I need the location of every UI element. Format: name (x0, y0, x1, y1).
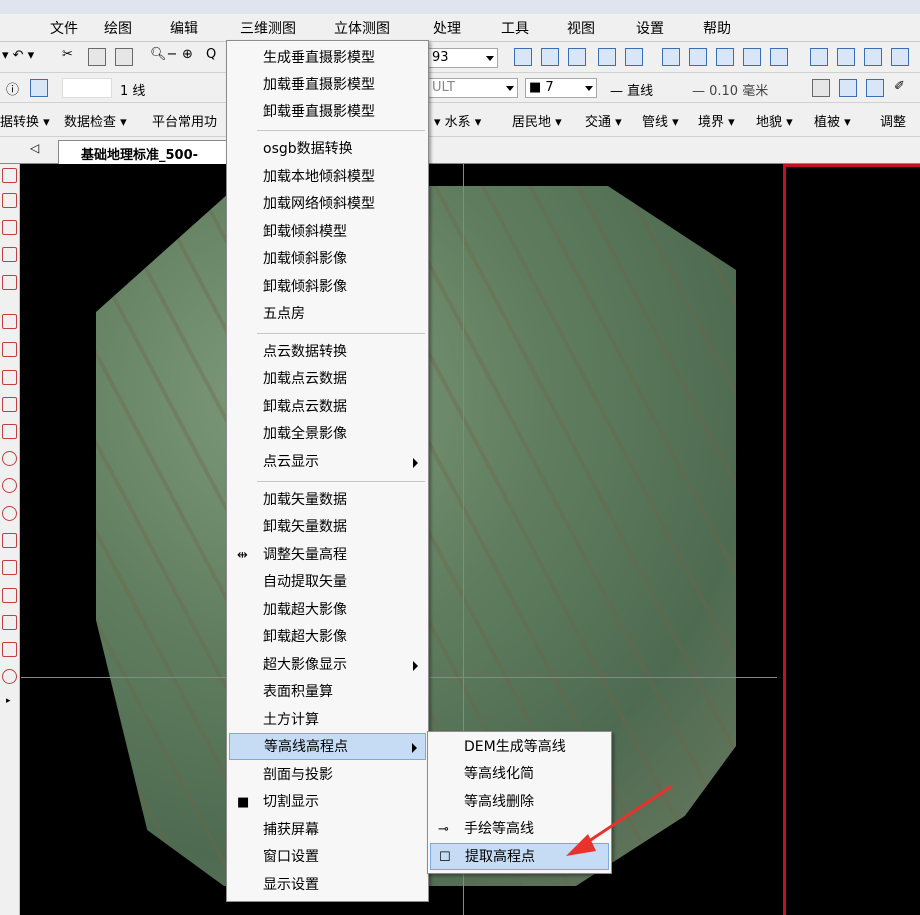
annotation-arrow (566, 784, 673, 856)
annotation-arrow-shaft (582, 784, 673, 847)
annotation-arrow-head (566, 834, 596, 856)
